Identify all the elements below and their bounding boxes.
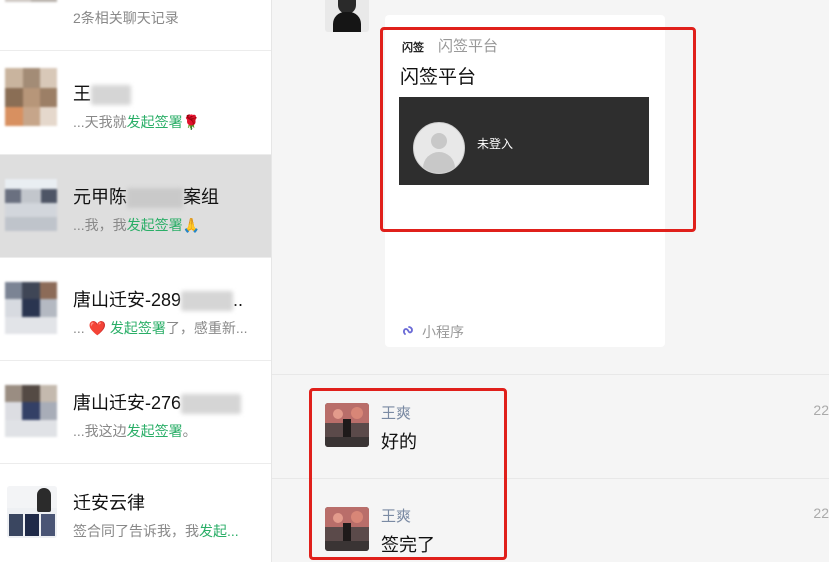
chat-name-suffix: .. bbox=[233, 290, 244, 310]
redacted-text bbox=[127, 188, 183, 209]
avatar bbox=[5, 179, 57, 231]
preview-keyword: 发起签署 bbox=[126, 423, 183, 439]
mini-program-text: 小程序 bbox=[422, 324, 464, 340]
preview-text: ...我这边 bbox=[73, 423, 127, 439]
redacted-text bbox=[181, 291, 234, 312]
highlight-box bbox=[380, 27, 696, 232]
chat-list-item[interactable]: 唐山迁安-289.. ... ❤️ 发起签署了，感重新... bbox=[0, 258, 271, 361]
redacted-text bbox=[91, 85, 131, 106]
chat-name-text: 元甲陈 bbox=[73, 187, 127, 207]
preview-keyword: 发起签署 bbox=[126, 114, 183, 130]
avatar bbox=[7, 486, 57, 538]
redacted-text bbox=[181, 394, 242, 415]
avatar bbox=[5, 68, 57, 126]
chat-list-item[interactable]: 唐山迁安-276 ...我这边发起签署。 bbox=[0, 361, 271, 464]
chat-name-text: 唐山迁安-289 bbox=[73, 290, 182, 310]
heart-emoji: ❤️ bbox=[88, 320, 106, 336]
chat-name-suffix: 案组 bbox=[183, 187, 219, 207]
sender-avatar[interactable] bbox=[325, 0, 369, 32]
highlight-box bbox=[309, 388, 507, 560]
avatar bbox=[5, 282, 57, 334]
avatar bbox=[5, 385, 57, 437]
chat-preview: 签合同了告诉我，我发起... bbox=[73, 521, 239, 541]
chat-list: 2条相关聊天记录 王 ...天我就发起签署🌹 元甲陈 案组 ...我，我发起签署… bbox=[0, 0, 272, 562]
chat-preview: 2条相关聊天记录 bbox=[73, 8, 179, 28]
chat-name: 唐山迁安-289.. bbox=[73, 286, 243, 312]
chat-list-item[interactable]: 迁安云律 签合同了告诉我，我发起... bbox=[0, 464, 271, 562]
preview-keyword: 发起... bbox=[199, 523, 239, 539]
chat-preview: ...我，我发起签署🙏 bbox=[73, 215, 200, 235]
preview-text: 。 bbox=[182, 423, 197, 439]
chat-name: 王 bbox=[73, 80, 131, 106]
chat-list-item-active[interactable]: 元甲陈 案组 ...我，我发起签署🙏 bbox=[0, 155, 271, 258]
chat-preview: ...天我就发起签署🌹 bbox=[73, 112, 200, 132]
chat-name: 元甲陈 案组 bbox=[73, 183, 219, 209]
chat-name: 唐山迁安-276 bbox=[73, 389, 242, 415]
rose-emoji: 🌹 bbox=[182, 114, 201, 130]
chat-preview: ...我这边发起签署。 bbox=[73, 421, 197, 441]
chat-list-item[interactable]: 王 ...天我就发起签署🌹 bbox=[0, 52, 271, 155]
mini-program-label: 小程序 bbox=[402, 322, 464, 342]
preview-text: ... bbox=[73, 320, 89, 336]
preview-keyword: 发起签署 bbox=[106, 320, 166, 336]
preview-keyword: 发起签署 bbox=[126, 217, 183, 233]
divider bbox=[272, 374, 829, 375]
preview-text: 2条相关聊天记录 bbox=[73, 10, 179, 26]
avatar bbox=[5, 0, 57, 2]
message-time: 22 bbox=[813, 402, 829, 418]
pray-emoji: 🙏 bbox=[182, 217, 201, 233]
preview-text: ...天我就 bbox=[73, 114, 127, 130]
chat-preview: ... ❤️ 发起签署了，感重新... bbox=[73, 318, 248, 338]
chat-window: 闪签 闪签平台 闪签平台 未登入 小程序 王爽 好的 22 王爽 签完了 22 bbox=[272, 0, 829, 562]
chat-name-text: 唐山迁安-276 bbox=[73, 393, 182, 413]
chat-name: 迁安云律 bbox=[73, 493, 145, 513]
preview-text: 签合同了告诉我，我 bbox=[73, 523, 199, 539]
preview-text: 了，感重新... bbox=[165, 320, 248, 336]
mini-program-icon bbox=[402, 323, 416, 340]
chat-list-item[interactable]: 2条相关聊天记录 bbox=[0, 0, 271, 51]
chat-name-text: 王 bbox=[73, 84, 91, 104]
preview-text: ...我，我 bbox=[73, 217, 127, 233]
message-time: 22 bbox=[813, 505, 829, 521]
